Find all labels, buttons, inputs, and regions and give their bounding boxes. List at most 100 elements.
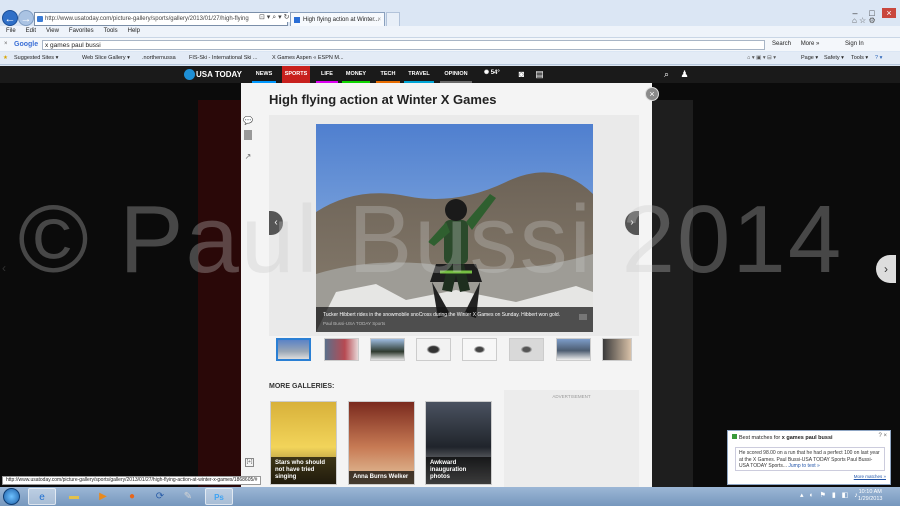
nav-money[interactable]: MONEY: [342, 66, 370, 83]
thumbnail-2[interactable]: [324, 338, 359, 361]
popup-close-icon[interactable]: ? ×: [878, 433, 887, 439]
status-bar-url: http://www.usatoday.com/picture-gallery/…: [2, 476, 262, 485]
thumbnail-6[interactable]: [509, 338, 544, 361]
taskbar-explorer-icon[interactable]: ▬: [60, 488, 88, 505]
nav-travel[interactable]: TRAVEL: [404, 66, 434, 83]
search-icon[interactable]: ⌕: [660, 68, 673, 81]
user-icon[interactable]: ♟: [678, 68, 691, 81]
back-icon[interactable]: ←: [2, 10, 18, 26]
home-star-gear-icons[interactable]: ⌂ ☆ ⚙: [852, 16, 876, 25]
nav-travel-label: TRAVEL: [408, 71, 430, 77]
nav-life[interactable]: LIFE: [316, 66, 338, 83]
gallery-card-label: Stars who should not have tried singing: [271, 457, 336, 484]
nav-tech[interactable]: TECH: [376, 66, 400, 83]
usatoday-favicon: [294, 17, 300, 23]
advertisement-slot: ADVERTISEMENT: [504, 390, 639, 487]
browser-chrome: ← → http://www.usatoday.com/picture-gall…: [0, 0, 900, 66]
usatoday-logo[interactable]: USA TODAY: [184, 69, 246, 80]
background-panel-left: [198, 100, 242, 490]
google-search-input[interactable]: x games paul bussi: [42, 40, 765, 50]
google-signin-button[interactable]: Sign In: [845, 41, 864, 47]
tab-active[interactable]: High flying action at Winter... ×: [290, 12, 385, 27]
menu-edit[interactable]: Edit: [26, 26, 36, 37]
close-gallery-icon[interactable]: ×: [645, 87, 659, 101]
share-icon[interactable]: ↗: [243, 152, 253, 162]
google-more-button[interactable]: More »: [801, 41, 820, 47]
taskbar-media-icon[interactable]: ▶: [89, 488, 117, 505]
page-menu[interactable]: Page ▾: [801, 52, 818, 64]
google-search-button[interactable]: Search: [772, 41, 791, 47]
gallery-card-stars[interactable]: Stars who should not have tried singing: [270, 401, 337, 485]
url-text: http://www.usatoday.com/picture-gallery/…: [45, 16, 249, 22]
help-icon[interactable]: ? ▾: [875, 52, 882, 64]
taskbar-firefox-icon[interactable]: ●: [118, 488, 146, 505]
close-tab-icon[interactable]: ×: [377, 13, 381, 27]
tools-menu[interactable]: Tools ▾: [851, 52, 868, 64]
fav-web-slice[interactable]: Web Slice Gallery ▾: [82, 52, 130, 64]
command-bar-icons[interactable]: ⌂ ▾ ▣ ▾ ⊟ ▾: [747, 52, 776, 64]
menu-view[interactable]: View: [46, 26, 59, 37]
logo-text: USA TODAY: [196, 70, 242, 79]
nav-sports[interactable]: SPORTS: [282, 66, 310, 83]
weather-widget[interactable]: ✺ 54°: [484, 69, 500, 76]
site-nav: USA TODAY NEWS SPORTS LIFE MONEY TECH TR…: [0, 66, 900, 83]
fav-x-games-aspen[interactable]: X Games Aspen « ESPN M...: [272, 52, 344, 64]
nav-tech-label: TECH: [380, 71, 396, 77]
thumbnail-8[interactable]: [602, 338, 632, 361]
start-button[interactable]: [3, 488, 20, 505]
close-toolbar-icon[interactable]: ×: [4, 38, 8, 51]
system-tray[interactable]: ▴ ◐ ⚑ ▮ ◧ ♪: [800, 491, 860, 499]
gallery-card-inauguration[interactable]: Awkward inauguration photos: [425, 401, 492, 485]
nav-news[interactable]: NEWS: [252, 66, 276, 83]
safety-menu[interactable]: Safety ▾: [824, 52, 844, 64]
page-icon: [37, 16, 43, 22]
gallery-card-anna[interactable]: Anna Burns Welker: [348, 401, 415, 485]
close-window-icon[interactable]: ×: [882, 8, 896, 18]
nav-opinion-label: OPINION: [444, 71, 468, 77]
taskbar-ie-icon[interactable]: e: [28, 488, 56, 505]
popup-title-query: x games paul bussi: [781, 435, 833, 441]
taskbar-photoshop-icon[interactable]: Ps: [205, 488, 233, 505]
menu-bar: File Edit View Favorites Tools Help: [0, 26, 900, 37]
gallery-card-label: Awkward inauguration photos: [426, 457, 491, 484]
taskbar-tool-icon[interactable]: ✎: [174, 488, 202, 505]
photo-caption: Tucker Hibbert rides in the snowmobile s…: [316, 307, 593, 332]
taskbar-clock[interactable]: 10:10 AM 1/29/2013: [858, 489, 882, 503]
clock-date: 1/29/2013: [858, 496, 883, 502]
camera-icon[interactable]: ◙: [515, 68, 528, 81]
menu-help[interactable]: Help: [128, 26, 140, 37]
thumbnail-4[interactable]: [416, 338, 451, 361]
fav-fis-ski[interactable]: FIS-Ski - International Ski ...: [189, 52, 257, 64]
google-icon: [732, 434, 737, 439]
weather-temp: 54°: [490, 70, 500, 76]
new-tab-button[interactable]: [386, 12, 400, 27]
fav-northernussa[interactable]: .northernussa: [142, 52, 176, 64]
address-bar[interactable]: http://www.usatoday.com/picture-gallery/…: [34, 12, 288, 26]
thumbnail-5[interactable]: [462, 338, 497, 361]
more-matches-link[interactable]: More matches »: [854, 474, 886, 479]
fullscreen-icon[interactable]: [579, 314, 587, 320]
favorites-star-icon[interactable]: ★: [3, 52, 8, 64]
background-panel-right: [651, 100, 693, 490]
thumbnail-7[interactable]: [556, 338, 591, 361]
menu-tools[interactable]: Tools: [104, 26, 118, 37]
prev-gallery-button[interactable]: ‹: [2, 261, 6, 275]
jump-to-text-link[interactable]: Jump to text »: [788, 463, 819, 469]
next-gallery-button[interactable]: ›: [876, 255, 896, 283]
nav-opinion[interactable]: OPINION: [440, 66, 472, 83]
gallery-card-label: Anna Burns Welker: [349, 471, 414, 484]
menu-favorites[interactable]: Favorites: [69, 26, 94, 37]
clock-time: 10:10 AM: [858, 489, 882, 495]
thumbnail-3[interactable]: [370, 338, 405, 361]
thumbnail-1[interactable]: [276, 338, 311, 361]
ad-label: ADVERTISEMENT: [552, 394, 591, 399]
gallery-title: High flying action at Winter X Games: [269, 92, 497, 107]
expand-icon[interactable]: [+]: [245, 458, 254, 467]
menu-file[interactable]: File: [6, 26, 16, 37]
media-icon[interactable]: ▤: [533, 68, 546, 81]
forward-icon[interactable]: →: [18, 10, 34, 26]
taskbar-app-icon[interactable]: ⟳: [146, 488, 174, 505]
fav-suggested-sites[interactable]: Suggested Sites ▾: [14, 52, 58, 64]
comment-icon[interactable]: 💬: [243, 116, 253, 126]
more-galleries-header: MORE GALLERIES:: [269, 383, 335, 390]
